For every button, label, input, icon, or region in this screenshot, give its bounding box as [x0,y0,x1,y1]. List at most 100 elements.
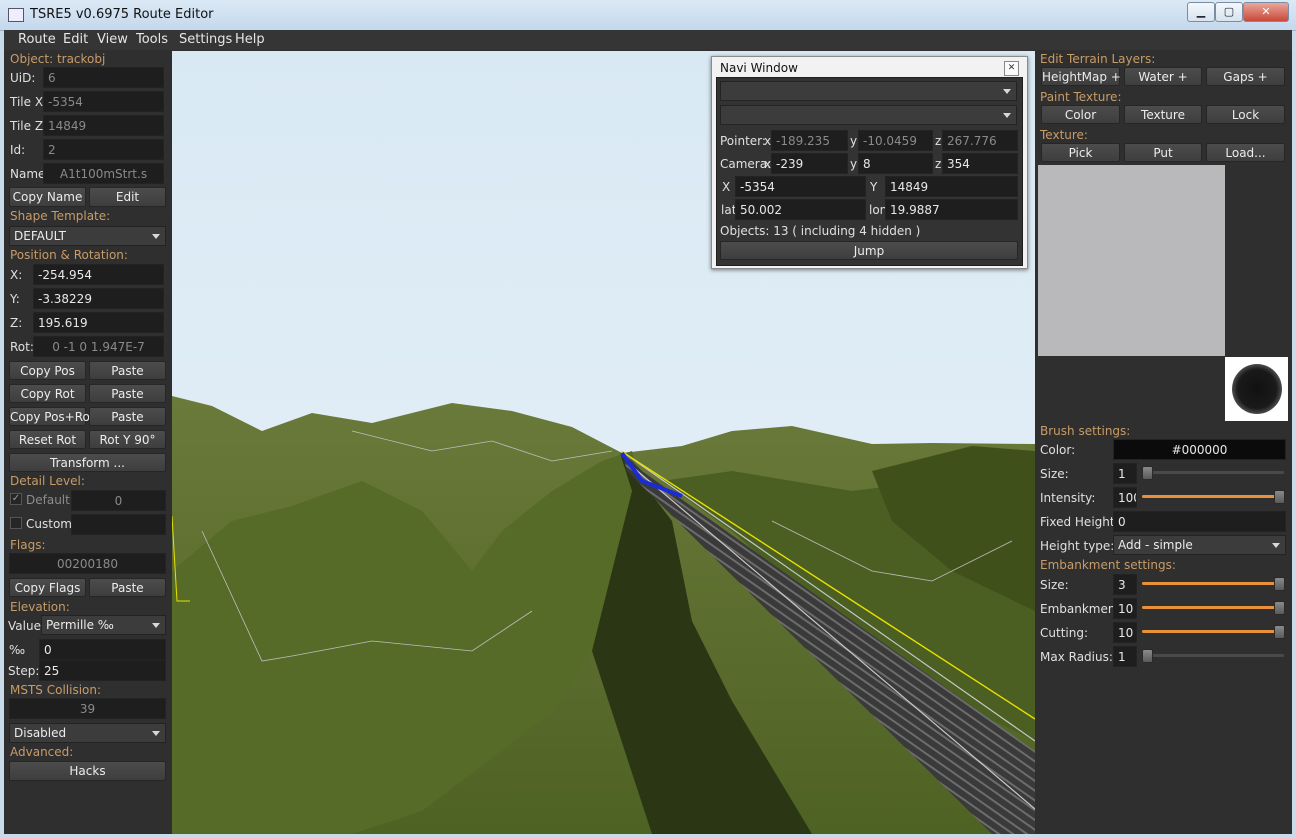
intensity-field[interactable]: 100 [1113,487,1137,508]
step-label: Step: [8,664,40,678]
default-detail-field[interactable]: 0 [71,490,166,511]
embankment-label: Embankment: [1040,602,1125,616]
copy-pos-button[interactable]: Copy Pos [9,361,86,380]
objects-count: Objects: 13 ( including 4 hidden ) [720,224,921,238]
emb-size-field[interactable]: 3 [1113,574,1137,595]
uid-field[interactable]: 6 [43,67,164,88]
lon-field[interactable]: 19.9887 [885,199,1018,220]
hacks-button[interactable]: Hacks [9,761,166,781]
navi-select-2[interactable] [720,105,1017,125]
chevron-down-icon [152,623,160,628]
chevron-down-icon [152,731,160,736]
collision-field[interactable]: 39 [9,698,166,719]
embankment-field[interactable]: 10 [1113,598,1137,619]
copy-name-button[interactable]: Copy Name [9,187,86,207]
collision-select-value: Disabled [14,726,67,740]
permille-field[interactable]: 0 [39,639,166,660]
pointer-y-label: y [850,134,858,148]
custom-detail-field[interactable] [71,514,166,535]
brush-size-field[interactable]: 1 [1113,463,1137,484]
pos-x-field[interactable]: -254.954 [33,264,164,285]
step-field[interactable]: 25 [39,660,166,681]
paste-pos-rot-button[interactable]: Paste [89,407,166,426]
custom-checkbox[interactable] [10,517,22,529]
brush-size-slider[interactable] [1142,466,1284,480]
copy-pos-rot-button[interactable]: Copy Pos+Rot [9,407,95,426]
pointer-x-field[interactable]: -189.235 [771,130,848,151]
menu-route[interactable]: Route [18,32,56,47]
close-icon[interactable]: ✕ [1004,61,1019,76]
position-rotation-label: Position & Rotation: [10,248,128,262]
menu-settings[interactable]: Settings [179,32,232,47]
pointer-y-field[interactable]: -10.0459 [858,130,933,151]
pos-z-field[interactable]: 195.619 [33,312,164,333]
lock-button[interactable]: Lock [1206,105,1285,124]
pick-button[interactable]: Pick [1041,143,1120,162]
height-type-select[interactable]: Add - simple [1113,535,1286,555]
tile-x-nav-label: X [722,180,731,194]
tile-x-nav-field[interactable]: -5354 [735,176,866,197]
brush-color-field[interactable]: #000000 [1113,439,1286,460]
shape-template-select[interactable]: DEFAULT [9,226,166,246]
menu-edit[interactable]: Edit [63,32,88,47]
maximize-icon[interactable]: ▢ [1215,2,1243,22]
camera-z-field[interactable]: 354 [942,153,1018,174]
paste-pos-button[interactable]: Paste [89,361,166,380]
app-icon [8,8,24,22]
load-button[interactable]: Load... [1206,143,1285,162]
gaps-button[interactable]: Gaps + [1206,67,1285,86]
lat-field[interactable]: 50.002 [735,199,866,220]
elevation-label: Elevation: [10,600,70,614]
camera-y-label: y [850,157,858,171]
fixed-height-field[interactable]: 0 [1113,511,1286,532]
tile-z-field[interactable]: 14849 [43,115,164,136]
transform-button[interactable]: Transform ... [9,453,166,472]
pointer-z-label: z [935,134,942,148]
put-button[interactable]: Put [1124,143,1202,162]
cutting-label: Cutting: [1040,626,1088,640]
menu-help[interactable]: Help [235,32,265,47]
close-icon[interactable]: ✕ [1243,2,1289,22]
navi-select-1[interactable] [720,81,1017,101]
max-radius-slider[interactable] [1142,649,1284,663]
copy-flags-button[interactable]: Copy Flags [9,578,86,597]
edit-terrain-layers-label: Edit Terrain Layers: [1040,52,1156,66]
intensity-slider[interactable] [1142,490,1285,504]
collision-select[interactable]: Disabled [9,723,166,743]
object-label: Object: trackobj [10,52,106,66]
tile-x-field[interactable]: -5354 [43,91,164,112]
max-radius-field[interactable]: 1 [1113,646,1137,667]
cutting-slider[interactable] [1142,625,1285,639]
menu-view[interactable]: View [97,32,128,47]
id-field[interactable]: 2 [43,139,164,160]
cutting-field[interactable]: 10 [1113,622,1137,643]
camera-x-field[interactable]: -239 [771,153,848,174]
texture-button[interactable]: Texture [1124,105,1202,124]
paste-rot-button[interactable]: Paste [89,384,166,403]
heightmap-button[interactable]: HeightMap + [1041,67,1121,86]
flags-field[interactable]: 00200180 [9,553,166,574]
emb-size-slider[interactable] [1142,577,1285,591]
chevron-down-icon [1272,543,1280,548]
rot-field[interactable]: 0 -1 0 1.947E-7 [33,336,164,357]
menu-tools[interactable]: Tools [136,32,168,47]
copy-rot-button[interactable]: Copy Rot [9,384,86,403]
jump-button[interactable]: Jump [720,241,1018,260]
camera-z-label: z [935,157,942,171]
pointer-z-field[interactable]: 267.776 [942,130,1018,151]
name-field[interactable]: A1t100mStrt.s [43,163,164,184]
camera-y-field[interactable]: 8 [858,153,933,174]
minimize-icon[interactable]: ▁ [1187,2,1215,22]
paste-flags-button[interactable]: Paste [89,578,166,597]
default-checkbox[interactable]: ✓ [10,493,22,505]
color-button[interactable]: Color [1041,105,1120,124]
chevron-down-icon [152,234,160,239]
embankment-slider[interactable] [1142,601,1285,615]
pos-y-field[interactable]: -3.38229 [33,288,164,309]
edit-button[interactable]: Edit [89,187,166,207]
tile-y-nav-field[interactable]: 14849 [885,176,1018,197]
rot-y-90-button[interactable]: Rot Y 90° [89,430,166,449]
water-button[interactable]: Water + [1124,67,1202,86]
reset-rot-button[interactable]: Reset Rot [9,430,86,449]
elevation-unit-select[interactable]: Permille ‰ [41,615,166,635]
